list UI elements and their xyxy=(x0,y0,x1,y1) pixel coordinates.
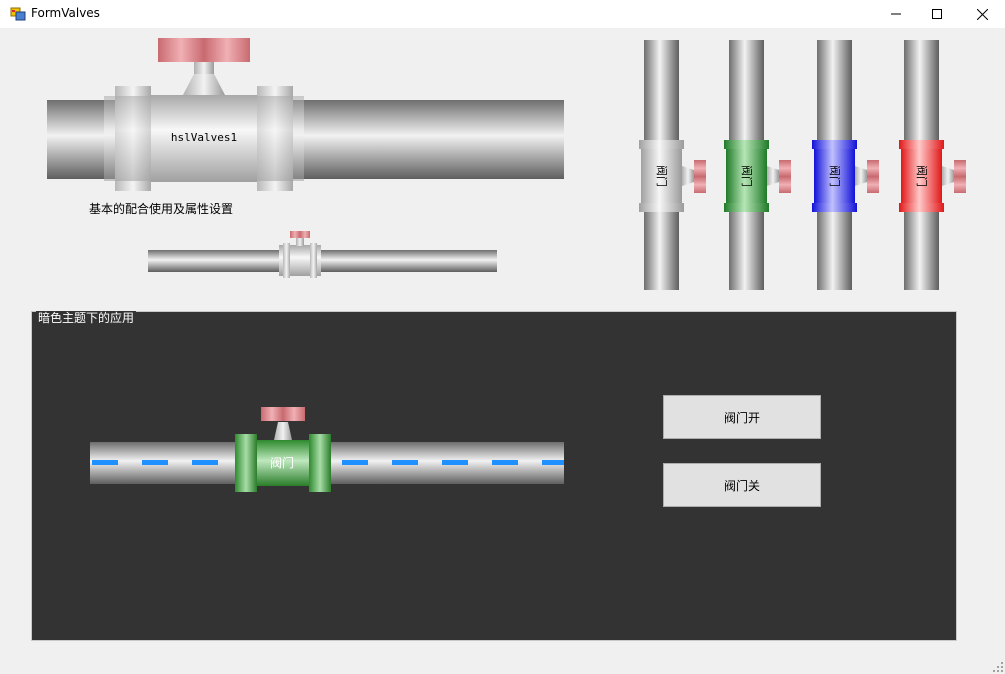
vertical-valve-pipe xyxy=(904,40,939,290)
vertical-valve-handle xyxy=(867,160,879,193)
large-valve-stem-top xyxy=(194,60,214,74)
small-valve[interactable] xyxy=(148,231,497,278)
vertical-valve-text: 阀门 xyxy=(915,165,929,187)
small-valve-left-flange xyxy=(283,243,290,278)
vertical-valve-body xyxy=(814,148,855,204)
valve-close-button[interactable]: 阀门关 xyxy=(663,463,821,507)
vertical-valve-body xyxy=(901,148,942,204)
vertical-valve-bottom-flange xyxy=(812,203,857,212)
maximize-icon xyxy=(932,9,942,19)
minimize-icon xyxy=(891,13,901,15)
vertical-valve-pipe xyxy=(817,40,852,290)
vertical-valve-stem xyxy=(767,166,779,186)
large-valve-right-flange xyxy=(257,86,293,191)
app-icon xyxy=(10,7,26,21)
minimize-button[interactable] xyxy=(873,0,919,28)
large-valve-left-flange xyxy=(115,86,151,191)
vertical-valve-green[interactable] xyxy=(724,40,791,290)
vertical-valve-handle xyxy=(694,160,706,193)
large-valve-handle xyxy=(158,38,250,62)
vertical-valve-stem xyxy=(682,166,694,186)
close-button[interactable] xyxy=(959,0,1005,28)
vertical-valve-red[interactable] xyxy=(899,40,966,290)
large-valve-pipe xyxy=(47,100,564,179)
vertical-valve-handle xyxy=(954,160,966,193)
large-valve-body-shade xyxy=(104,96,304,181)
small-valve-right-flange xyxy=(310,243,317,278)
window-title: FormValves xyxy=(31,6,100,20)
vertical-valve-top-flange xyxy=(899,140,944,149)
small-valve-handle xyxy=(290,231,310,238)
small-valve-body xyxy=(279,245,321,276)
vertical-valve-text: 阀门 xyxy=(655,165,669,187)
vertical-valve-text: 阀门 xyxy=(828,165,842,187)
close-icon xyxy=(976,8,988,20)
vertical-valve-stem xyxy=(855,166,867,186)
vertical-valve-body xyxy=(641,148,682,204)
large-valve[interactable] xyxy=(47,38,564,191)
vertical-valve-bottom-flange xyxy=(899,203,944,212)
valve-open-button[interactable]: 阀门开 xyxy=(663,395,821,439)
vertical-valve-pipe xyxy=(729,40,764,290)
title-bar: FormValves xyxy=(0,0,1005,28)
vertical-valve-blue[interactable] xyxy=(812,40,879,290)
vertical-valve-stem xyxy=(942,166,954,186)
large-valve-text: hslValves1 xyxy=(171,131,237,144)
large-valve-body xyxy=(151,95,257,182)
vertical-valve-handle xyxy=(779,160,791,193)
basic-usage-label: 基本的配合使用及属性设置 xyxy=(89,202,234,216)
vertical-valve-pipe xyxy=(644,40,679,290)
vertical-valve-bottom-flange xyxy=(639,203,684,212)
vertical-valve-gray[interactable] xyxy=(639,40,706,290)
vertical-valve-top-flange xyxy=(724,140,769,149)
vertical-valve-top-flange xyxy=(639,140,684,149)
vertical-valve-top-flange xyxy=(812,140,857,149)
resize-grip-icon[interactable] xyxy=(993,662,1003,672)
maximize-button[interactable] xyxy=(914,0,960,28)
vertical-valve-text: 阀门 xyxy=(740,165,754,187)
large-valve-stem xyxy=(183,72,225,95)
vertical-valve-bottom-flange xyxy=(724,203,769,212)
small-valve-stem xyxy=(296,236,304,246)
small-valve-pipe xyxy=(148,250,497,272)
dark-theme-groupbox-title: 暗色主题下的应用 xyxy=(36,311,137,325)
vertical-valve-body xyxy=(726,148,767,204)
